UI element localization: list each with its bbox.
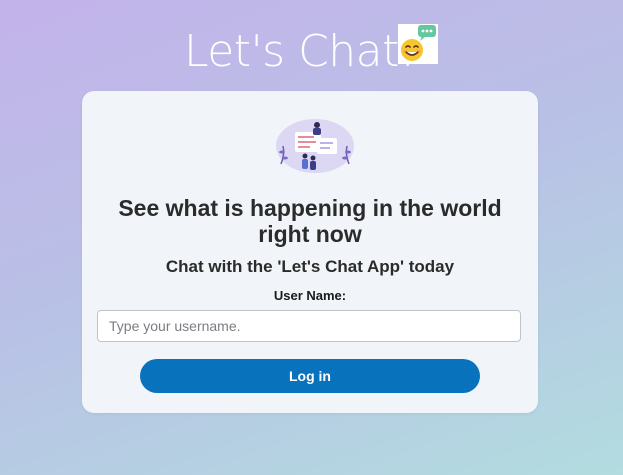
app-header: Let's Chat!: [0, 22, 623, 82]
people-chatting-illustration: [275, 118, 355, 174]
login-button[interactable]: Log in: [140, 359, 480, 393]
username-label: User Name:: [273, 288, 347, 303]
headline: See what is happening in the world right…: [118, 195, 502, 247]
subheadline: Chat with the 'Let's Chat App' today: [165, 257, 455, 276]
smiling-emoji-speech-bubble-icon: [398, 24, 438, 64]
login-card: See what is happening in the world right…: [82, 91, 538, 413]
app-title: Let's Chat!: [184, 26, 417, 77]
username-input[interactable]: [97, 310, 521, 342]
